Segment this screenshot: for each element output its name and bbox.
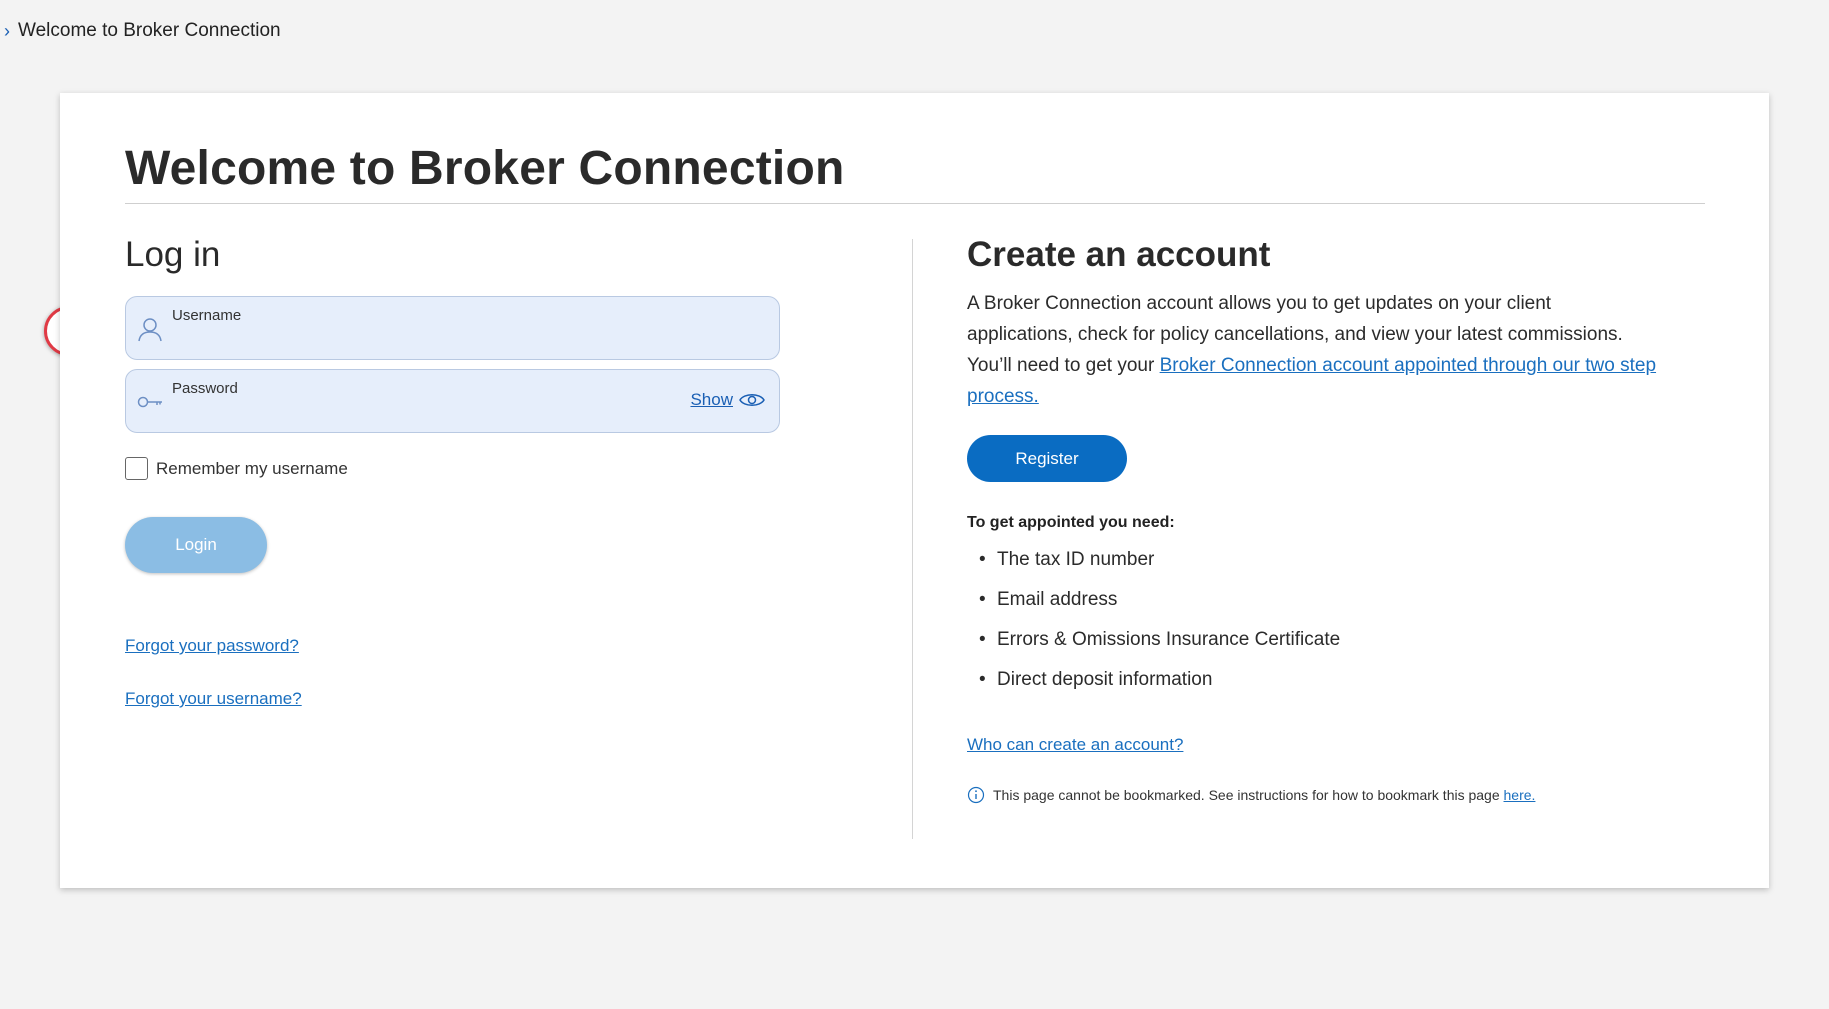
create-account-heading: Create an account <box>967 235 1271 274</box>
list-item: • The tax ID number <box>979 549 1155 570</box>
show-label: Show <box>690 390 733 409</box>
username-field[interactable]: Username <box>125 296 780 360</box>
column-divider <box>912 239 913 839</box>
user-icon <box>138 318 162 342</box>
remember-checkbox[interactable] <box>125 457 148 480</box>
requirements-list: • The tax ID number • Email address • Error… <box>967 549 1340 709</box>
forgot-password-link[interactable]: Forgot your password? <box>125 636 299 656</box>
title-divider <box>125 203 1705 204</box>
eye-icon <box>739 394 765 406</box>
forgot-username-link[interactable]: Forgot your username? <box>125 689 302 709</box>
bookmark-note-content: This page cannot be bookmarked. See inst… <box>993 787 1535 803</box>
requirement-text: Errors & Omissions Insurance Certificate <box>997 629 1341 650</box>
bookmark-note: This page cannot be bookmarked. See inst… <box>967 786 1535 804</box>
bookmark-note-text: This page cannot be bookmarked. See inst… <box>993 787 1504 803</box>
list-item: • Errors & Omissions Insurance Certificat… <box>979 629 1341 650</box>
requirement-text: The tax ID number <box>997 549 1155 570</box>
list-item: • Email address <box>979 589 1118 610</box>
remember-label: Remember my username <box>156 458 348 478</box>
password-label: Password <box>172 380 238 397</box>
show-password-toggle[interactable]: Show <box>690 390 765 410</box>
login-button[interactable]: Login <box>125 517 267 573</box>
create-account-description: A Broker Connection account allows you t… <box>967 288 1657 412</box>
password-field[interactable]: Password Show <box>125 369 780 433</box>
page-title: Welcome to Broker Connection <box>125 142 845 195</box>
chevron-right-icon: › <box>4 21 10 41</box>
requirement-text: Direct deposit information <box>997 669 1213 690</box>
username-label: Username <box>172 307 242 324</box>
list-item: • Direct deposit information <box>979 669 1213 690</box>
remember-username[interactable]: Remember my username <box>125 457 348 480</box>
info-icon <box>967 786 985 804</box>
bookmark-instructions-link[interactable]: here. <box>1504 787 1536 803</box>
username-input[interactable] <box>172 327 672 353</box>
password-input[interactable] <box>172 400 672 426</box>
who-can-create-link[interactable]: Who can create an account? <box>967 735 1183 755</box>
breadcrumb: › Welcome to Broker Connection <box>4 20 281 42</box>
login-heading: Log in <box>125 235 221 274</box>
appointment-requirements-title: To get appointed you need: <box>967 514 1175 531</box>
key-icon <box>137 396 162 408</box>
main-card: Welcome to Broker Connection Log in User… <box>60 93 1769 888</box>
register-button[interactable]: Register <box>967 435 1127 482</box>
breadcrumb-label: Welcome to Broker Connection <box>18 20 281 41</box>
requirement-text: Email address <box>997 589 1118 610</box>
